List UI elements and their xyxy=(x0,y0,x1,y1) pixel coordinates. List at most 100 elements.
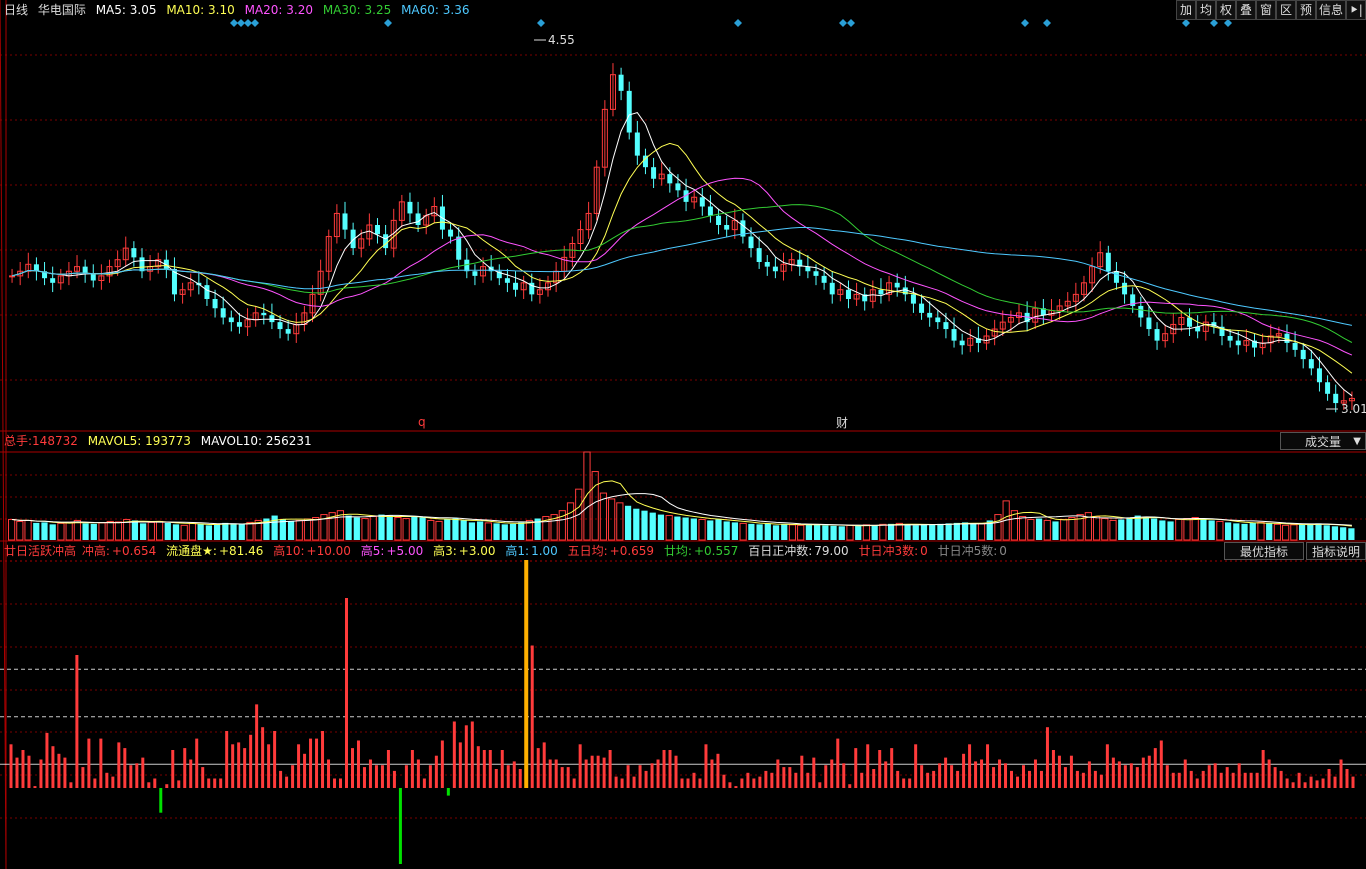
candle-body-down xyxy=(407,201,413,214)
price-high-label: 4.55 xyxy=(548,33,575,47)
candle-body-down xyxy=(285,329,291,334)
volume-bar xyxy=(970,523,977,540)
ma60-readout: MA60: 3.36 xyxy=(401,3,470,17)
volume-bar xyxy=(484,522,492,541)
candle-body-down xyxy=(910,294,916,304)
volume-bar xyxy=(781,524,788,540)
candle-body-down xyxy=(675,183,681,191)
volume-bar xyxy=(1273,523,1282,541)
event-marker-diamond xyxy=(734,19,742,27)
toolbar-forecast-button[interactable]: 预 xyxy=(1296,0,1316,20)
volume-bar xyxy=(961,522,969,540)
c2-label: 流通盘★: xyxy=(166,544,217,558)
candle-body-down xyxy=(50,278,56,283)
volume-bar xyxy=(929,524,936,540)
c5-value: +3.00 xyxy=(458,544,496,558)
event-q-label: q xyxy=(418,415,426,429)
toolbar-range-button[interactable]: 区 xyxy=(1276,0,1296,20)
total-volume-value: 148732 xyxy=(32,434,78,448)
toolbar-expand-button[interactable]: ⯈| xyxy=(1346,0,1366,20)
volume-bar xyxy=(1216,520,1224,541)
toolbar-info-button[interactable]: 信息 xyxy=(1316,0,1346,20)
volume-bar xyxy=(690,518,697,540)
volume-bar xyxy=(830,525,837,540)
volume-bar xyxy=(1249,522,1256,540)
volume-bar xyxy=(82,523,89,540)
candle-body-down xyxy=(829,282,835,295)
ma60-line xyxy=(11,227,1352,326)
volume-bar xyxy=(904,524,911,540)
volume-bar xyxy=(65,521,73,541)
volume-bar xyxy=(1142,516,1150,540)
best-indicator-button[interactable]: 最优指标 xyxy=(1224,542,1304,560)
candle-body-down xyxy=(204,285,210,299)
volume-bar xyxy=(1191,517,1199,541)
candle-body-down xyxy=(935,317,941,323)
candle-body-down xyxy=(82,266,88,274)
indicator-help-button[interactable]: 指标说明 xyxy=(1306,542,1366,560)
candle-body-down xyxy=(772,266,778,272)
volume-bar xyxy=(1043,519,1051,541)
candle-body-down xyxy=(212,299,218,309)
volume-bar xyxy=(1200,519,1207,540)
c6-value: 1.00 xyxy=(531,544,558,558)
volume-bar xyxy=(8,518,16,541)
volume-bar xyxy=(73,519,81,541)
volume-bar xyxy=(1019,516,1027,541)
candle-body-down xyxy=(131,248,137,258)
candle-body-down xyxy=(1316,368,1322,383)
toolbar-rights-button[interactable]: 权 xyxy=(1216,0,1236,20)
volume-bar xyxy=(682,517,689,540)
volume-bar xyxy=(361,517,369,541)
volume-bar xyxy=(920,524,928,540)
c7-label: 五日均: xyxy=(567,544,608,558)
candle-body-down xyxy=(821,275,827,283)
event-marker-diamond xyxy=(244,19,252,27)
volume-bar xyxy=(378,514,385,540)
c4-value: +5.00 xyxy=(386,544,424,558)
moving-average-lines xyxy=(11,112,1353,397)
volume-bar xyxy=(1323,525,1330,540)
volume-bar xyxy=(822,525,829,540)
volume-bar xyxy=(862,524,871,541)
indicator-select-dropdown[interactable]: 成交量 ▼ xyxy=(1280,432,1366,450)
volume-bar xyxy=(271,515,278,540)
toolbar-window-button[interactable]: 窗 xyxy=(1256,0,1276,20)
toolbar-add-button[interactable]: 加 xyxy=(1176,0,1196,20)
event-marker-diamond xyxy=(1224,19,1232,27)
candle-body-down xyxy=(1308,359,1314,369)
volume-bar xyxy=(1208,520,1215,540)
volume-bar xyxy=(994,514,1002,541)
toolbar-average-button[interactable]: 均 xyxy=(1196,0,1216,20)
volume-bar xyxy=(518,522,525,540)
volume-bar xyxy=(937,523,944,540)
volume-bar xyxy=(1134,515,1141,540)
volume-bar xyxy=(394,517,402,541)
toolbar-overlay-button[interactable]: 叠 xyxy=(1236,0,1256,20)
volume-bar xyxy=(871,525,878,540)
c11-label: 廿日冲5数: xyxy=(937,544,998,558)
volume-bar xyxy=(452,518,459,540)
volume-bar xyxy=(90,523,97,540)
volume-bar xyxy=(953,522,960,540)
c4-label: 高5: xyxy=(360,544,385,558)
candle-body-down xyxy=(504,278,510,283)
volume-bar xyxy=(213,524,221,540)
volume-bar xyxy=(197,523,204,540)
candle-body-down xyxy=(724,225,730,230)
candle-body-down xyxy=(1292,342,1298,350)
c11-value: 0 xyxy=(999,544,1007,558)
volume-bar xyxy=(657,514,665,540)
volume-bar xyxy=(566,502,575,541)
volume-bar xyxy=(427,519,435,541)
candle-body-down xyxy=(1122,282,1128,295)
event-marker-diamond xyxy=(839,19,847,27)
volume-bar xyxy=(912,525,919,540)
volume-bar xyxy=(131,520,139,540)
volume-bar xyxy=(1183,517,1191,541)
total-volume-label: 总手: xyxy=(4,434,33,448)
period-label: 日线 xyxy=(4,3,29,17)
volume-bar xyxy=(230,523,237,540)
c9-label: 百日正冲数: xyxy=(748,544,813,558)
volume-bar xyxy=(814,524,821,540)
